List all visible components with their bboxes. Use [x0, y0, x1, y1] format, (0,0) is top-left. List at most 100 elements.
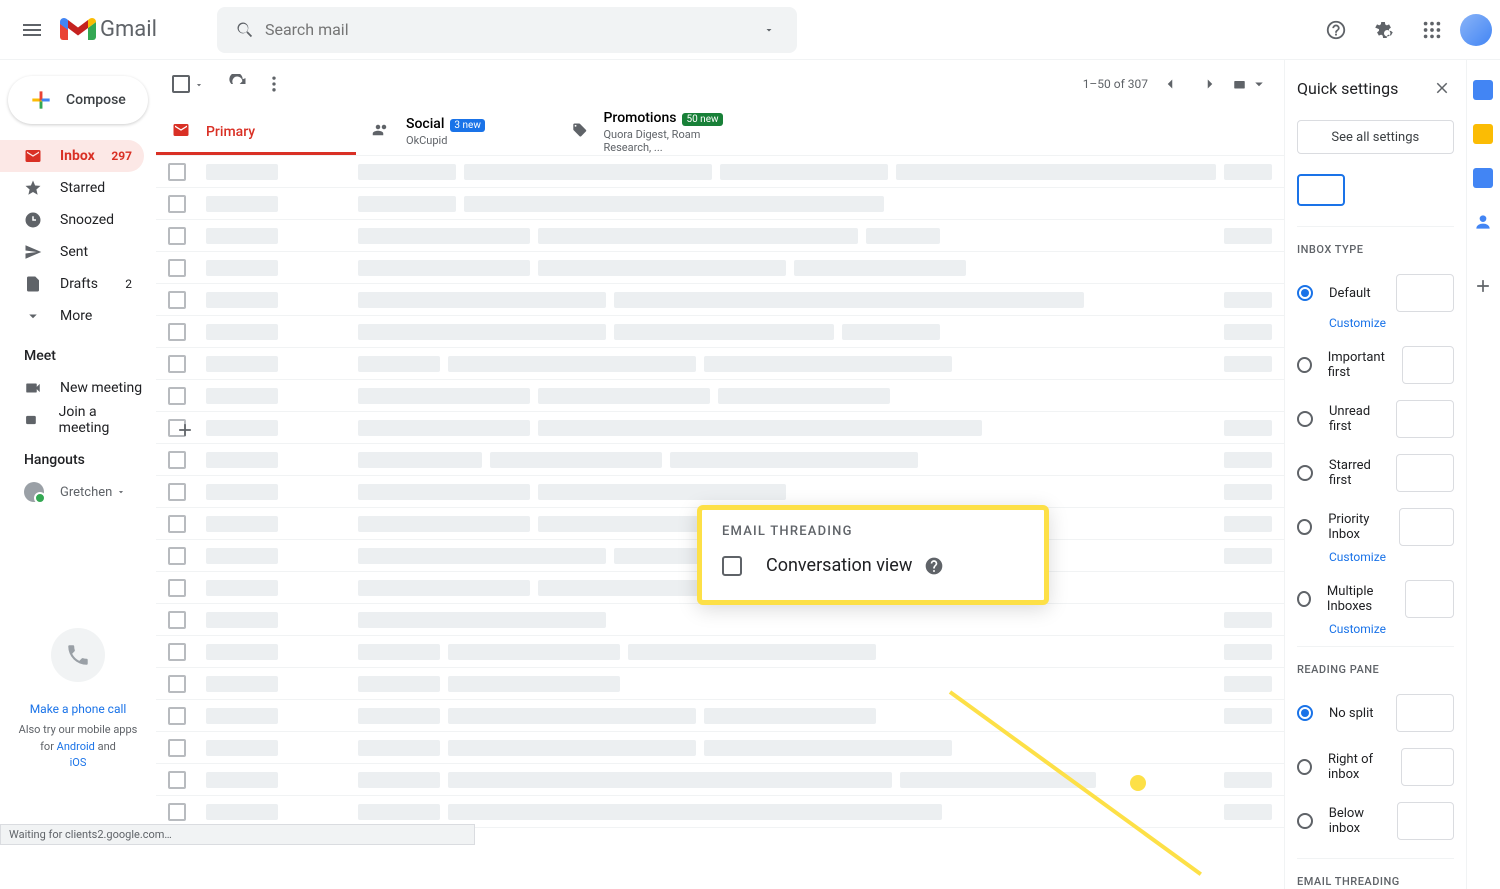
- message-checkbox[interactable]: [168, 387, 186, 405]
- message-row[interactable]: [156, 380, 1284, 412]
- more-button[interactable]: [256, 66, 292, 102]
- message-row[interactable]: [156, 668, 1284, 700]
- compose-button[interactable]: Compose: [8, 76, 148, 124]
- apps-icon[interactable]: [1412, 10, 1452, 50]
- sidebar-item-inbox[interactable]: Inbox297: [0, 140, 144, 172]
- settings-icon[interactable]: [1364, 10, 1404, 50]
- ios-link[interactable]: iOS: [70, 756, 87, 769]
- message-checkbox[interactable]: [168, 195, 186, 213]
- message-checkbox[interactable]: [168, 771, 186, 789]
- contacts-addon[interactable]: [1473, 212, 1493, 236]
- message-row[interactable]: [156, 220, 1284, 252]
- close-icon[interactable]: [1430, 76, 1454, 100]
- input-tools-icon[interactable]: [1232, 66, 1268, 102]
- sidebar-item-sent[interactable]: Sent: [0, 236, 144, 268]
- radio[interactable]: [1297, 411, 1313, 427]
- search-input[interactable]: [265, 20, 749, 39]
- message-checkbox[interactable]: [168, 515, 186, 533]
- message-row[interactable]: [156, 348, 1284, 380]
- customize-link[interactable]: Customize: [1329, 550, 1454, 564]
- android-link[interactable]: Android: [57, 740, 95, 753]
- message-checkbox[interactable]: [168, 291, 186, 309]
- customize-link[interactable]: Customize: [1329, 622, 1454, 636]
- inbox-type-default[interactable]: Default: [1297, 266, 1454, 320]
- radio[interactable]: [1297, 357, 1312, 373]
- message-row[interactable]: [156, 156, 1284, 188]
- meet-item-0[interactable]: New meeting: [0, 372, 144, 404]
- radio[interactable]: [1297, 591, 1311, 607]
- message-row[interactable]: [156, 188, 1284, 220]
- select-dropdown-icon[interactable]: [194, 75, 204, 94]
- support-icon[interactable]: [1316, 10, 1356, 50]
- inbox-type-unread-first[interactable]: Unread first: [1297, 392, 1454, 446]
- calendar-addon[interactable]: [1473, 80, 1493, 100]
- message-checkbox[interactable]: [168, 483, 186, 501]
- message-checkbox[interactable]: [168, 259, 186, 277]
- message-checkbox[interactable]: [168, 163, 186, 181]
- see-all-settings-button[interactable]: See all settings: [1297, 120, 1454, 154]
- radio[interactable]: [1297, 705, 1313, 721]
- message-checkbox[interactable]: [168, 675, 186, 693]
- account-avatar[interactable]: [1460, 14, 1492, 46]
- search-bar[interactable]: [217, 7, 797, 53]
- message-checkbox[interactable]: [168, 707, 186, 725]
- radio[interactable]: [1297, 759, 1312, 775]
- message-checkbox[interactable]: [168, 611, 186, 629]
- new-chat-icon[interactable]: [175, 420, 195, 440]
- message-checkbox[interactable]: [168, 323, 186, 341]
- inbox-type-multiple-inboxes[interactable]: Multiple Inboxes: [1297, 572, 1454, 626]
- message-row[interactable]: [156, 316, 1284, 348]
- customize-link[interactable]: Customize: [1329, 316, 1454, 330]
- sidebar-item-more[interactable]: More: [0, 300, 144, 332]
- search-options-icon[interactable]: [749, 24, 789, 36]
- inbox-type-starred-first[interactable]: Starred first: [1297, 446, 1454, 500]
- message-checkbox[interactable]: [168, 803, 186, 821]
- sidebar-item-drafts[interactable]: Drafts2: [0, 268, 144, 300]
- keep-addon[interactable]: [1473, 124, 1493, 144]
- sidebar-item-starred[interactable]: Starred: [0, 172, 144, 204]
- message-row[interactable]: [156, 764, 1284, 796]
- refresh-button[interactable]: [220, 66, 256, 102]
- newer-button[interactable]: [1152, 66, 1188, 102]
- tab-social[interactable]: Social3 newOkCupid: [356, 108, 556, 155]
- pane-right-of-inbox[interactable]: Right of inbox: [1297, 740, 1454, 794]
- message-checkbox[interactable]: [168, 547, 186, 565]
- message-checkbox[interactable]: [168, 739, 186, 757]
- gmail-logo[interactable]: Gmail: [60, 16, 157, 44]
- message-row[interactable]: [156, 284, 1284, 316]
- radio[interactable]: [1297, 285, 1313, 301]
- make-call-link[interactable]: Make a phone call: [30, 702, 127, 716]
- tasks-addon[interactable]: [1473, 168, 1493, 188]
- radio[interactable]: [1297, 519, 1312, 535]
- meet-item-1[interactable]: Join a meeting: [0, 404, 144, 436]
- older-button[interactable]: [1192, 66, 1228, 102]
- message-row[interactable]: [156, 700, 1284, 732]
- pane-no-split[interactable]: No split: [1297, 686, 1454, 740]
- message-checkbox[interactable]: [168, 355, 186, 373]
- search-icon[interactable]: [225, 10, 265, 50]
- density-preview[interactable]: [1297, 174, 1345, 206]
- radio[interactable]: [1297, 813, 1313, 829]
- inbox-type-priority-inbox[interactable]: Priority Inbox: [1297, 500, 1454, 554]
- message-row[interactable]: [156, 732, 1284, 764]
- message-checkbox[interactable]: [168, 579, 186, 597]
- inbox-type-important-first[interactable]: Important first: [1297, 338, 1454, 392]
- main-menu-button[interactable]: [8, 6, 56, 54]
- message-row[interactable]: [156, 444, 1284, 476]
- message-row[interactable]: [156, 604, 1284, 636]
- message-row[interactable]: [156, 636, 1284, 668]
- select-all-checkbox[interactable]: [172, 75, 190, 93]
- message-row[interactable]: [156, 252, 1284, 284]
- message-row[interactable]: [156, 476, 1284, 508]
- message-checkbox[interactable]: [168, 227, 186, 245]
- hangouts-user[interactable]: Gretchen: [0, 476, 156, 508]
- message-row[interactable]: [156, 412, 1284, 444]
- pane-below-inbox[interactable]: Below inbox: [1297, 794, 1454, 848]
- radio[interactable]: [1297, 465, 1313, 481]
- message-checkbox[interactable]: [168, 451, 186, 469]
- message-checkbox[interactable]: [168, 643, 186, 661]
- get-addons-button[interactable]: [1473, 276, 1493, 300]
- tab-promotions[interactable]: Promotions50 newQuora Digest, Roam Resea…: [556, 108, 756, 155]
- tab-primary[interactable]: Primary: [156, 108, 356, 155]
- sidebar-item-snoozed[interactable]: Snoozed: [0, 204, 144, 236]
